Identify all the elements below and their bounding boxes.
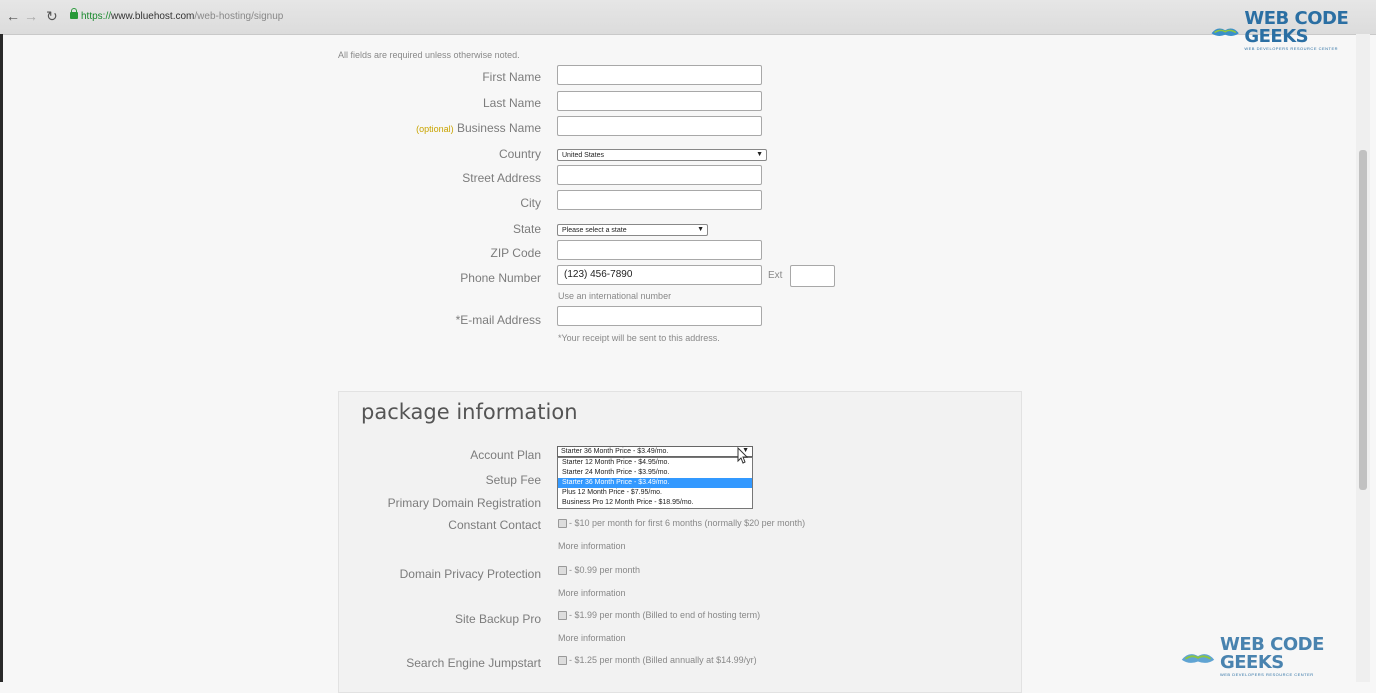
domain-privacy-checkbox[interactable] (558, 565, 567, 575)
package-title: package information (361, 400, 578, 424)
zip-code-label: ZIP Code (490, 246, 541, 260)
site-backup-checkbox[interactable] (558, 610, 567, 620)
back-arrow-icon[interactable]: ← (6, 8, 20, 24)
email-help: *Your receipt will be sent to this addre… (558, 333, 720, 343)
required-note: All fields are required unless otherwise… (338, 50, 520, 60)
reload-icon[interactable]: ↻ (46, 8, 58, 25)
site-backup-option[interactable]: - $1.99 per month (Billed to end of host… (558, 610, 760, 620)
account-plan-options: Starter 12 Month Price - $4.95/mo. Start… (557, 457, 753, 509)
ext-field[interactable] (790, 265, 835, 287)
business-name-field[interactable] (557, 116, 762, 136)
plan-option[interactable]: Starter 12 Month Price - $4.95/mo. (558, 458, 752, 468)
first-name-label: First Name (482, 70, 541, 84)
city-field[interactable] (557, 190, 762, 210)
logo-mark-icon (1211, 28, 1239, 36)
plan-option-selected[interactable]: Starter 36 Month Price - $3.49/mo. (558, 478, 752, 488)
search-jumpstart-label: Search Engine Jumpstart (406, 656, 541, 670)
optional-tag: (optional) (416, 124, 454, 134)
business-name-label: (optional) Business Name (416, 121, 541, 135)
logo-mark-icon (1181, 653, 1215, 663)
site-backup-label: Site Backup Pro (454, 612, 541, 626)
primary-domain-label: Primary Domain Registration (387, 496, 541, 510)
more-info-link[interactable]: More information (558, 588, 626, 598)
constant-contact-label: Constant Contact (448, 518, 541, 532)
address-bar[interactable]: https://www.bluehost.com/web-hosting/sig… (70, 8, 283, 22)
scrollbar-thumb[interactable] (1359, 150, 1367, 490)
window-edge (0, 34, 3, 682)
plan-option[interactable]: Starter 24 Month Price - $3.95/mo. (558, 468, 752, 478)
domain-privacy-option[interactable]: - $0.99 per month (558, 565, 640, 575)
last-name-field[interactable] (557, 91, 762, 111)
state-select[interactable]: Please select a state ▼ (557, 224, 708, 236)
setup-fee-label: Setup Fee (485, 473, 541, 487)
watermark-logo-top: WEB CODE GEEKS WEB DEVELOPERS RESOURCE C… (1210, 10, 1376, 51)
mouse-cursor-icon (737, 447, 749, 464)
email-field[interactable] (557, 306, 762, 326)
dropdown-arrow-icon: ▼ (756, 151, 763, 158)
watermark-logo-bottom: WEB CODE GEEKS WEB DEVELOPERS RESOURCE C… (1180, 636, 1376, 677)
ext-label: Ext (768, 270, 783, 281)
constant-contact-option[interactable]: - $10 per month for first 6 months (norm… (558, 518, 805, 528)
domain-privacy-label: Domain Privacy Protection (399, 567, 541, 581)
account-plan-select[interactable]: Starter 36 Month Price - $3.49/mo. ▼ (557, 446, 753, 457)
forward-arrow-icon[interactable]: → (24, 8, 38, 24)
plan-option[interactable]: Plus 12 Month Price - $7.95/mo. (558, 488, 752, 498)
street-address-label: Street Address (462, 171, 541, 185)
account-plan-label: Account Plan (470, 448, 541, 462)
plan-option[interactable]: Business Pro 12 Month Price - $18.95/mo. (558, 498, 752, 508)
more-info-link[interactable]: More information (558, 541, 626, 551)
email-label: *E-mail Address (455, 313, 541, 327)
zip-code-field[interactable] (557, 240, 762, 260)
package-panel (338, 391, 1022, 693)
search-jumpstart-option[interactable]: - $1.25 per month (Billed annually at $1… (558, 655, 757, 665)
phone-number-label: Phone Number (460, 271, 541, 285)
lock-icon (70, 8, 78, 19)
city-label: City (520, 196, 541, 210)
constant-contact-checkbox[interactable] (558, 518, 567, 528)
more-info-link[interactable]: More information (558, 633, 626, 643)
state-label: State (512, 222, 541, 236)
phone-number-field[interactable]: (123) 456-7890 (557, 265, 762, 285)
dropdown-arrow-icon: ▼ (697, 226, 704, 233)
logo-title: WEB CODE GEEKS (1219, 634, 1324, 673)
browser-toolbar: ← → ↻ https://www.bluehost.com/web-hosti… (0, 0, 1376, 35)
first-name-field[interactable] (557, 65, 762, 85)
search-jumpstart-checkbox[interactable] (558, 655, 567, 665)
street-address-field[interactable] (557, 165, 762, 185)
country-label: Country (498, 147, 541, 161)
country-select[interactable]: United States ▼ (557, 149, 767, 161)
phone-help: Use an international number (558, 291, 672, 301)
last-name-label: Last Name (482, 96, 541, 110)
